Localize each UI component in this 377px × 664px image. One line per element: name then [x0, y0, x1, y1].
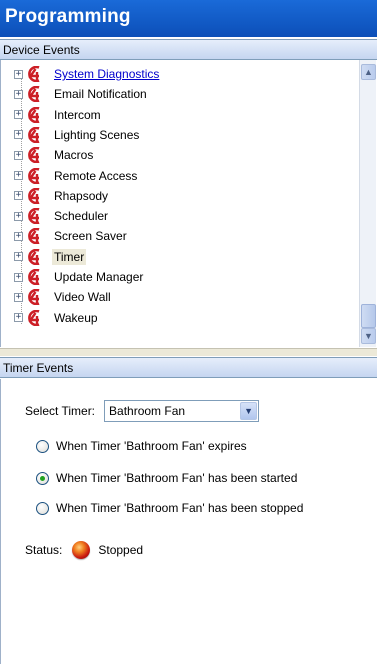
c4-logo-icon	[26, 65, 46, 83]
tree-item[interactable]: + Scheduler	[14, 206, 354, 226]
timer-select-value: Bathroom Fan	[109, 404, 186, 418]
c4-logo-icon	[26, 126, 46, 144]
radio-button[interactable]	[36, 471, 49, 485]
tree-item[interactable]: + Video Wall	[14, 287, 354, 307]
status-indicator-icon	[72, 541, 91, 559]
radio-option-stopped[interactable]: When Timer 'Bathroom Fan' has been stopp…	[36, 501, 303, 515]
tree-item-label[interactable]: Intercom	[52, 107, 103, 123]
tree-item-label[interactable]: Wakeup	[52, 310, 100, 326]
expand-plus-icon[interactable]: +	[14, 191, 23, 201]
tree-item-label[interactable]: System Diagnostics	[52, 66, 161, 82]
timer-select[interactable]: Bathroom Fan ▼	[104, 400, 260, 422]
device-events-tree[interactable]: + System Diagnostics + Email Notification + I…	[0, 60, 377, 347]
radio-option-started[interactable]: When Timer 'Bathroom Fan' has been start…	[36, 471, 297, 485]
expand-plus-icon[interactable]: +	[14, 130, 23, 140]
c4-logo-icon	[26, 207, 46, 225]
tree-item[interactable]: + Rhapsody	[14, 186, 354, 206]
tree-item-label[interactable]: Macros	[52, 147, 95, 163]
radio-option-label: When Timer 'Bathroom Fan' has been stopp…	[56, 501, 304, 515]
tree-scrollbar[interactable]: ▲ ▼	[359, 60, 376, 347]
status-label: Status:	[25, 543, 63, 557]
radio-button[interactable]	[36, 501, 49, 515]
c4-logo-icon	[26, 187, 46, 205]
expand-plus-icon[interactable]: +	[14, 292, 23, 302]
radio-option-label: When Timer 'Bathroom Fan' has been start…	[56, 471, 298, 485]
expand-plus-icon[interactable]: +	[14, 89, 23, 99]
tree-item[interactable]: + Wakeup	[14, 308, 354, 328]
tree-item-label[interactable]: Timer	[52, 248, 87, 265]
select-timer-label: Select Timer:	[25, 404, 96, 418]
tree-item-label[interactable]: Remote Access	[52, 168, 139, 184]
scroll-down-icon[interactable]: ▼	[361, 328, 376, 344]
tree-item[interactable]: + Screen Saver	[14, 226, 354, 246]
tree-item-label[interactable]: Update Manager	[52, 269, 145, 285]
tree-item-label[interactable]: Email Notification	[52, 86, 149, 102]
status-row: Status: Stopped	[25, 541, 143, 559]
c4-logo-icon	[26, 146, 46, 164]
timer-events-header: Timer Events	[0, 357, 377, 378]
radio-button[interactable]	[36, 439, 49, 453]
radio-option-expires[interactable]: When Timer 'Bathroom Fan' expires	[36, 439, 247, 453]
expand-plus-icon[interactable]: +	[14, 211, 23, 221]
panel-splitter[interactable]	[0, 348, 377, 356]
tree-item-label[interactable]: Screen Saver	[52, 228, 129, 244]
chevron-down-icon[interactable]: ▼	[240, 402, 258, 420]
tree-item[interactable]: + Macros	[14, 145, 354, 165]
tree-item-label[interactable]: Lighting Scenes	[52, 127, 141, 143]
tree-item[interactable]: + Update Manager	[14, 267, 354, 287]
expand-plus-icon[interactable]: +	[14, 252, 23, 262]
tree-item[interactable]: + Lighting Scenes	[14, 125, 354, 145]
c4-logo-icon	[26, 268, 46, 286]
tree-item-label[interactable]: Scheduler	[52, 208, 110, 224]
scroll-thumb[interactable]	[361, 304, 376, 328]
tree-item-label[interactable]: Video Wall	[52, 289, 113, 305]
timer-events-panel: Select Timer: Bathroom Fan ▼ When Timer …	[0, 379, 377, 664]
tree-item[interactable]: + Email Notification	[14, 84, 354, 104]
c4-logo-icon	[26, 86, 46, 103]
expand-plus-icon[interactable]: +	[14, 231, 23, 241]
tree-item[interactable]: + System Diagnostics	[14, 64, 354, 84]
expand-plus-icon[interactable]: +	[14, 150, 23, 160]
c4-logo-icon	[26, 106, 46, 123]
radio-option-label: When Timer 'Bathroom Fan' expires	[56, 439, 247, 453]
expand-plus-icon[interactable]: +	[14, 313, 23, 323]
device-events-header: Device Events	[0, 39, 377, 60]
c4-logo-icon	[26, 167, 46, 184]
tree-item[interactable]: + Remote Access	[14, 166, 354, 186]
select-timer-row: Select Timer: Bathroom Fan ▼	[25, 400, 260, 422]
tree-item[interactable]: + Intercom	[14, 105, 354, 125]
tree-item-label[interactable]: Rhapsody	[52, 188, 110, 204]
expand-plus-icon[interactable]: +	[14, 110, 23, 120]
c4-logo-icon	[26, 289, 46, 306]
expand-plus-icon[interactable]: +	[14, 171, 23, 180]
expand-plus-icon[interactable]: +	[14, 69, 23, 79]
c4-logo-icon	[26, 228, 46, 245]
expand-plus-icon[interactable]: +	[14, 272, 23, 282]
status-value: Stopped	[98, 543, 144, 557]
tree-item[interactable]: + Timer	[14, 247, 354, 267]
c4-logo-icon	[26, 309, 46, 326]
c4-logo-icon	[26, 248, 46, 265]
page-title: Programming	[0, 0, 377, 37]
scroll-up-icon[interactable]: ▲	[361, 64, 376, 80]
